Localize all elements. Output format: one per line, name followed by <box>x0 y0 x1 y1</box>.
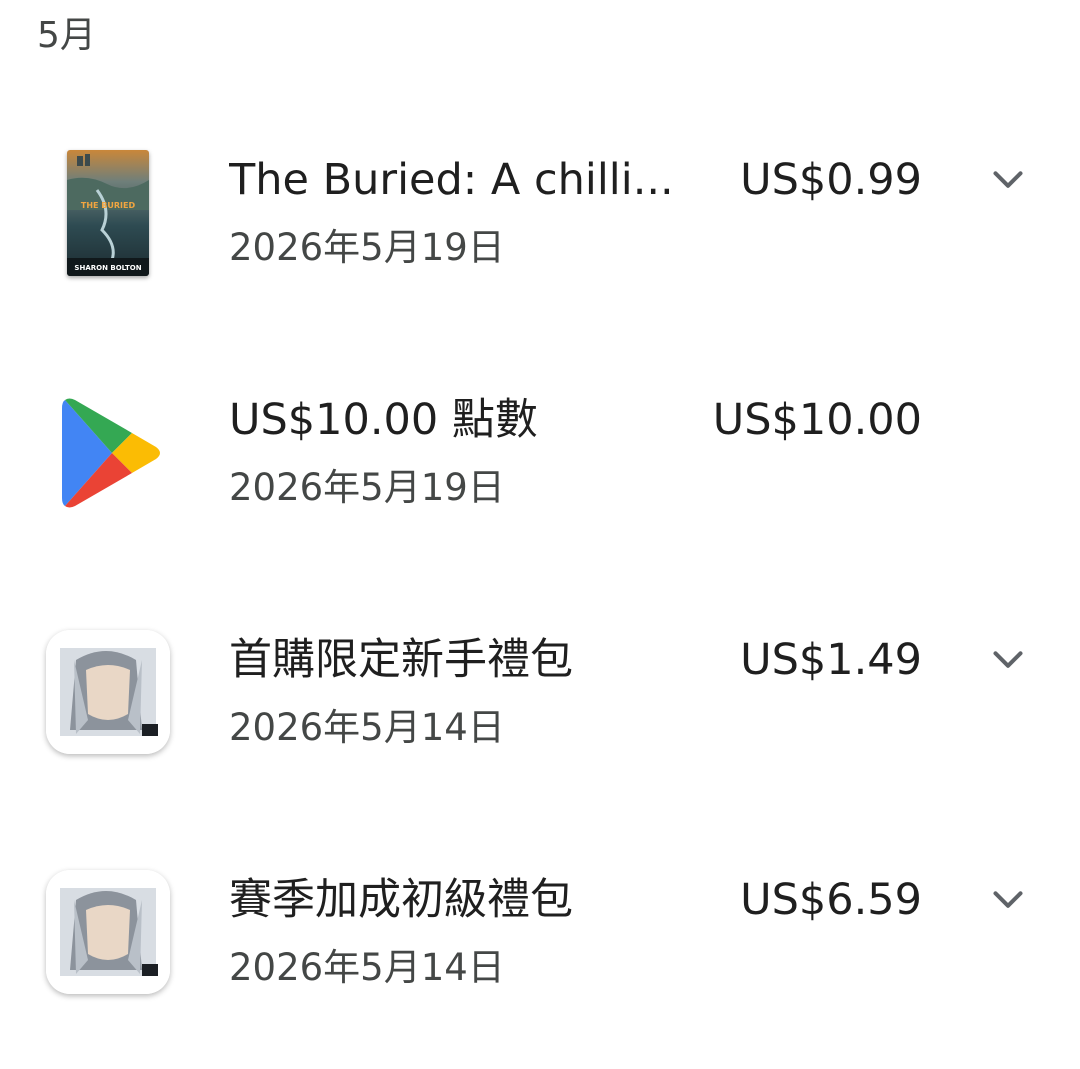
purchase-price: US$10.00 <box>712 395 922 445</box>
chevron-down-icon <box>993 651 1023 668</box>
purchase-price: US$0.99 <box>740 155 922 205</box>
purchase-row[interactable]: 首購限定新手禮包 2026年5月14日 US$1.49 <box>0 610 1080 810</box>
purchase-title: 首購限定新手禮包 <box>229 635 573 685</box>
chevron-down-icon <box>993 891 1023 908</box>
purchase-title: 賽季加成初級禮包 <box>229 875 573 925</box>
expand-chevron-button[interactable] <box>984 636 1032 684</box>
month-header: 5月 <box>37 15 96 56</box>
purchase-row[interactable]: THE BURIED SHARON BOLTON The Buried: A c… <box>0 130 1080 330</box>
cover-author-text: SHARON BOLTON <box>74 264 141 272</box>
purchase-row[interactable]: US$10.00 點數 2026年5月19日 US$10.00 <box>0 370 1080 570</box>
purchase-date: 2026年5月14日 <box>229 946 505 989</box>
purchase-row[interactable]: 賽季加成初級禮包 2026年5月14日 US$6.59 <box>0 850 1080 1050</box>
expand-chevron-button[interactable] <box>984 876 1032 924</box>
purchase-date: 2026年5月19日 <box>229 466 505 509</box>
dissidia-app-icon <box>46 870 170 994</box>
dissidia-app-icon <box>46 630 170 754</box>
purchase-price: US$1.49 <box>740 635 922 685</box>
chevron-down-icon <box>993 171 1023 188</box>
purchase-title: US$10.00 點數 <box>229 395 538 445</box>
purchase-price: US$6.59 <box>740 875 922 925</box>
google-play-icon <box>60 396 166 510</box>
purchase-title: The Buried: A chilli... <box>229 155 669 205</box>
expand-chevron-button[interactable] <box>984 156 1032 204</box>
purchase-date: 2026年5月19日 <box>229 226 505 269</box>
book-cover-thumbnail: THE BURIED SHARON BOLTON <box>67 150 149 276</box>
cover-title-text: THE BURIED <box>81 201 136 210</box>
purchase-date: 2026年5月14日 <box>229 706 505 749</box>
